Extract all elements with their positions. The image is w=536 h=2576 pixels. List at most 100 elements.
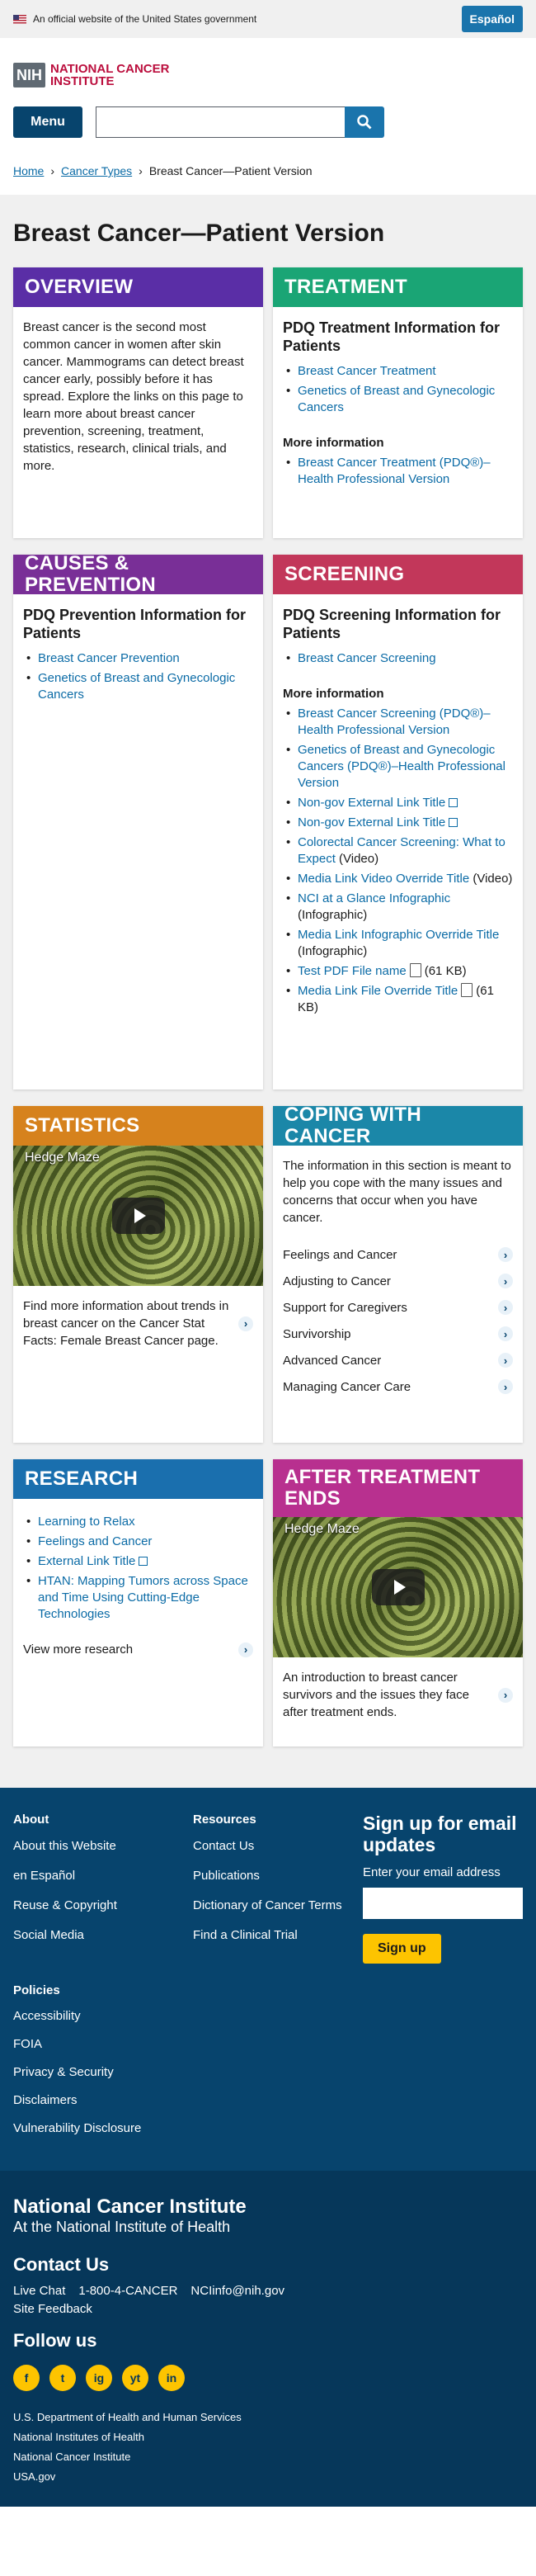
phone-link[interactable]: 1-800-4-CANCER <box>78 2284 177 2298</box>
twitter-icon[interactable]: t <box>49 2365 76 2391</box>
play-icon[interactable] <box>371 1569 425 1605</box>
youtube-icon[interactable]: yt <box>122 2365 148 2391</box>
coping-card: COPING WITH CANCER The information in th… <box>273 1104 523 1443</box>
gov-link[interactable]: National Cancer Institute <box>13 2451 523 2463</box>
coping-item[interactable]: Managing Cancer Care › <box>283 1373 513 1400</box>
live-chat-link[interactable]: Live Chat <box>13 2284 65 2298</box>
footer-link[interactable]: Reuse & Copyright <box>13 1898 193 1913</box>
screening-more-link[interactable]: NCI at a Glance Infographic <box>298 891 450 905</box>
causes-link[interactable]: Breast Cancer Prevention <box>38 651 180 665</box>
chevron-right-icon: › <box>498 1300 513 1315</box>
instagram-icon[interactable]: ig <box>86 2365 112 2391</box>
footer-policies-heading: Policies <box>13 1983 60 1997</box>
chevron-right-icon[interactable]: › <box>498 1687 513 1703</box>
view-more-label: View more research <box>23 1642 134 1657</box>
footer-about-heading: About <box>13 1813 49 1827</box>
footer-link[interactable]: Dictionary of Cancer Terms <box>193 1898 363 1913</box>
email-field[interactable] <box>363 1888 523 1919</box>
overview-header[interactable]: OVERVIEW <box>13 267 263 307</box>
gov-link[interactable]: USA.gov <box>13 2470 523 2483</box>
footer-link[interactable]: Contact Us <box>193 1838 363 1854</box>
research-link[interactable]: Feelings and Cancer <box>38 1534 152 1548</box>
causes-subtitle: PDQ Prevention Information for Patients <box>23 607 247 641</box>
statistics-header[interactable]: STATISTICS <box>13 1106 263 1146</box>
email-link[interactable]: NCIinfo@nih.gov <box>190 2284 284 2298</box>
after-treatment-card: AFTER TREATMENT ENDS Hedge Maze An intro… <box>273 1459 523 1746</box>
espanol-button[interactable]: Español <box>461 6 523 32</box>
coping-item[interactable]: Survivorship › <box>283 1321 513 1347</box>
research-link[interactable]: External Link Title <box>38 1554 135 1568</box>
after-treatment-text[interactable]: An introduction to breast cancer survivo… <box>283 1669 491 1721</box>
treatment-link[interactable]: Breast Cancer Treatment <box>298 364 436 378</box>
causes-link[interactable]: Genetics of Breast and Gynecologic Cance… <box>38 671 235 702</box>
research-link[interactable]: Learning to Relax <box>38 1515 135 1529</box>
chevron-right-icon[interactable]: › <box>238 1316 253 1331</box>
causes-header[interactable]: CAUSES & PREVENTION <box>13 553 263 596</box>
screening-more-link[interactable]: Non-gov External Link Title <box>298 796 445 810</box>
footer-link[interactable]: Find a Clinical Trial <box>193 1927 363 1943</box>
footer-link[interactable]: Vulnerability Disclosure <box>13 2121 523 2135</box>
screening-header[interactable]: SCREENING <box>273 555 523 594</box>
file-size: (61 KB) <box>424 964 467 978</box>
footer-link[interactable]: About this Website <box>13 1838 193 1854</box>
pdf-icon <box>461 983 473 997</box>
treatment-more-link[interactable]: Breast Cancer Treatment (PDQ®)–Health Pr… <box>298 456 491 486</box>
footer-resources-heading: Resources <box>193 1813 256 1827</box>
coping-header[interactable]: COPING WITH CANCER <box>273 1104 523 1147</box>
breadcrumb-home[interactable]: Home <box>13 164 44 177</box>
nci-logo[interactable]: NIH NATIONAL CANCER INSTITUTE <box>13 63 523 87</box>
footer-link[interactable]: Publications <box>193 1868 363 1884</box>
causes-card: CAUSES & PREVENTION PDQ Prevention Infor… <box>13 553 263 1089</box>
screening-more-link[interactable]: Media Link Video Override Title <box>298 872 469 886</box>
footer-link[interactable]: Accessibility <box>13 2009 523 2023</box>
after-treatment-video[interactable]: Hedge Maze <box>273 1517 523 1657</box>
search-input[interactable] <box>96 106 345 138</box>
coping-item[interactable]: Adjusting to Cancer › <box>283 1268 513 1294</box>
coping-item[interactable]: Feelings and Cancer › <box>283 1241 513 1268</box>
gov-banner-text: An official website of the United States… <box>33 13 257 25</box>
footer-link[interactable]: Social Media <box>13 1927 193 1943</box>
institute-sub: At the National Institute of Health <box>13 2219 231 2235</box>
footer-link[interactable]: en Español <box>13 1868 193 1884</box>
linkedin-icon[interactable]: in <box>158 2365 185 2391</box>
research-header[interactable]: RESEARCH <box>13 1459 263 1499</box>
statistics-video[interactable]: Hedge Maze <box>13 1146 263 1286</box>
video-title: Hedge Maze <box>25 1151 100 1165</box>
external-link-icon <box>449 798 458 807</box>
chevron-right-icon: › <box>498 1353 513 1368</box>
gov-link[interactable]: National Institutes of Health <box>13 2431 523 2443</box>
search-button[interactable] <box>345 106 384 138</box>
screening-more-link[interactable]: Non-gov External Link Title <box>298 815 445 830</box>
view-more-research[interactable]: View more research › <box>23 1641 253 1658</box>
treatment-link[interactable]: Genetics of Breast and Gynecologic Cance… <box>298 384 495 414</box>
coping-item[interactable]: Support for Caregivers › <box>283 1294 513 1321</box>
research-link[interactable]: HTAN: Mapping Tumors across Space and Ti… <box>38 1574 248 1621</box>
facebook-icon[interactable]: f <box>13 2365 40 2391</box>
footer-link[interactable]: FOIA <box>13 2037 523 2051</box>
after-treatment-header[interactable]: AFTER TREATMENT ENDS <box>273 1459 523 1517</box>
footer-link[interactable]: Privacy & Security <box>13 2065 523 2079</box>
coping-item[interactable]: Advanced Cancer › <box>283 1347 513 1373</box>
screening-more-link[interactable]: Media Link Infographic Override Title <box>298 928 499 942</box>
signup-button[interactable]: Sign up <box>363 1934 441 1964</box>
screening-more-link[interactable]: Media Link File Override Title <box>298 984 458 998</box>
gov-link[interactable]: U.S. Department of Health and Human Serv… <box>13 2411 523 2423</box>
search-icon <box>357 115 372 130</box>
statistics-card: STATISTICS Hedge Maze Find more informat… <box>13 1106 263 1443</box>
play-icon[interactable] <box>111 1198 165 1234</box>
screening-link[interactable]: Breast Cancer Screening <box>298 651 436 665</box>
treatment-header[interactable]: TREATMENT <box>273 267 523 307</box>
identifier: National Cancer Institute At the Nationa… <box>0 2171 536 2507</box>
chevron-right-icon: › <box>139 164 143 177</box>
screening-more-link[interactable]: Breast Cancer Screening (PDQ®)–Health Pr… <box>298 707 491 737</box>
screening-more-link[interactable]: Genetics of Breast and Gynecologic Cance… <box>298 743 505 790</box>
footer-link[interactable]: Disclaimers <box>13 2093 523 2107</box>
coping-item-label: Adjusting to Cancer <box>283 1274 391 1288</box>
statistics-text[interactable]: Find more information about trends in br… <box>23 1297 232 1349</box>
coping-item-label: Feelings and Cancer <box>283 1247 397 1262</box>
screening-more-link[interactable]: Colorectal Cancer Screening: What to Exp… <box>298 835 505 866</box>
site-feedback-link[interactable]: Site Feedback <box>13 2302 92 2316</box>
screening-more-link[interactable]: Test PDF File name <box>298 964 407 978</box>
menu-button[interactable]: Menu <box>13 106 82 138</box>
breadcrumb-cancer-types[interactable]: Cancer Types <box>61 164 132 177</box>
